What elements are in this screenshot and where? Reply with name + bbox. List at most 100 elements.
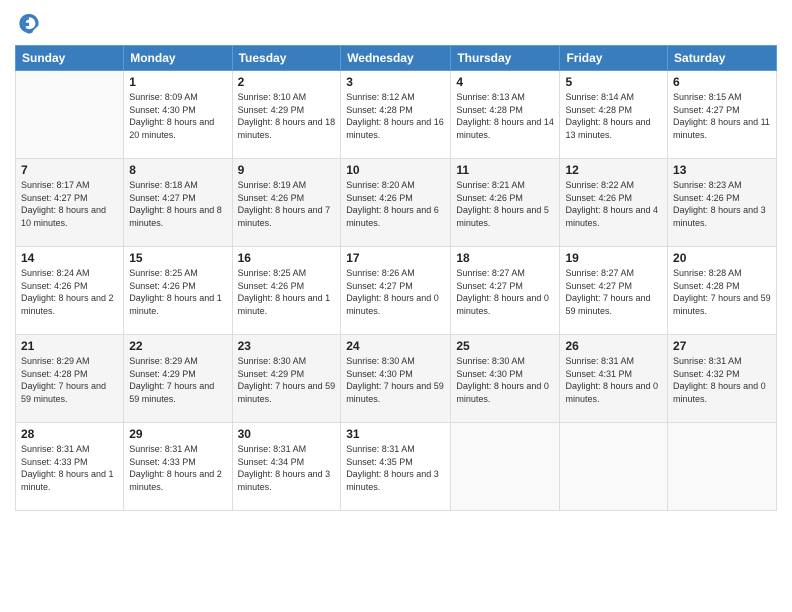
- day-info: Sunrise: 8:18 AMSunset: 4:27 PMDaylight:…: [129, 179, 226, 229]
- day-cell: 2 Sunrise: 8:10 AMSunset: 4:29 PMDayligh…: [232, 71, 341, 159]
- day-info: Sunrise: 8:26 AMSunset: 4:27 PMDaylight:…: [346, 267, 445, 317]
- day-cell: 15 Sunrise: 8:25 AMSunset: 4:26 PMDaylig…: [124, 247, 232, 335]
- day-cell: 28 Sunrise: 8:31 AMSunset: 4:33 PMDaylig…: [16, 423, 124, 511]
- day-number: 22: [129, 339, 226, 353]
- day-cell: 14 Sunrise: 8:24 AMSunset: 4:26 PMDaylig…: [16, 247, 124, 335]
- day-number: 29: [129, 427, 226, 441]
- day-info: Sunrise: 8:09 AMSunset: 4:30 PMDaylight:…: [129, 91, 226, 141]
- day-cell: [668, 423, 777, 511]
- day-number: 12: [565, 163, 662, 177]
- day-info: Sunrise: 8:30 AMSunset: 4:30 PMDaylight:…: [346, 355, 445, 405]
- day-number: 24: [346, 339, 445, 353]
- day-number: 1: [129, 75, 226, 89]
- day-cell: 25 Sunrise: 8:30 AMSunset: 4:30 PMDaylig…: [451, 335, 560, 423]
- day-cell: 11 Sunrise: 8:21 AMSunset: 4:26 PMDaylig…: [451, 159, 560, 247]
- day-info: Sunrise: 8:22 AMSunset: 4:26 PMDaylight:…: [565, 179, 662, 229]
- day-cell: 16 Sunrise: 8:25 AMSunset: 4:26 PMDaylig…: [232, 247, 341, 335]
- day-number: 13: [673, 163, 771, 177]
- day-number: 6: [673, 75, 771, 89]
- day-cell: 3 Sunrise: 8:12 AMSunset: 4:28 PMDayligh…: [341, 71, 451, 159]
- day-cell: 7 Sunrise: 8:17 AMSunset: 4:27 PMDayligh…: [16, 159, 124, 247]
- day-number: 15: [129, 251, 226, 265]
- day-number: 16: [238, 251, 336, 265]
- day-cell: 22 Sunrise: 8:29 AMSunset: 4:29 PMDaylig…: [124, 335, 232, 423]
- header: [15, 10, 777, 39]
- page: SundayMondayTuesdayWednesdayThursdayFrid…: [0, 0, 792, 612]
- day-cell: [560, 423, 668, 511]
- day-header-monday: Monday: [124, 46, 232, 71]
- day-cell: 17 Sunrise: 8:26 AMSunset: 4:27 PMDaylig…: [341, 247, 451, 335]
- calendar-table: SundayMondayTuesdayWednesdayThursdayFrid…: [15, 45, 777, 511]
- week-row-1: 1 Sunrise: 8:09 AMSunset: 4:30 PMDayligh…: [16, 71, 777, 159]
- day-number: 4: [456, 75, 554, 89]
- day-info: Sunrise: 8:23 AMSunset: 4:26 PMDaylight:…: [673, 179, 771, 229]
- day-cell: 29 Sunrise: 8:31 AMSunset: 4:33 PMDaylig…: [124, 423, 232, 511]
- day-number: 3: [346, 75, 445, 89]
- day-number: 11: [456, 163, 554, 177]
- day-info: Sunrise: 8:29 AMSunset: 4:28 PMDaylight:…: [21, 355, 118, 405]
- day-cell: 23 Sunrise: 8:30 AMSunset: 4:29 PMDaylig…: [232, 335, 341, 423]
- day-cell: 12 Sunrise: 8:22 AMSunset: 4:26 PMDaylig…: [560, 159, 668, 247]
- day-cell: 1 Sunrise: 8:09 AMSunset: 4:30 PMDayligh…: [124, 71, 232, 159]
- logo-icon: [17, 10, 41, 34]
- day-number: 25: [456, 339, 554, 353]
- week-row-4: 21 Sunrise: 8:29 AMSunset: 4:28 PMDaylig…: [16, 335, 777, 423]
- day-cell: 13 Sunrise: 8:23 AMSunset: 4:26 PMDaylig…: [668, 159, 777, 247]
- day-info: Sunrise: 8:31 AMSunset: 4:31 PMDaylight:…: [565, 355, 662, 405]
- day-cell: 4 Sunrise: 8:13 AMSunset: 4:28 PMDayligh…: [451, 71, 560, 159]
- day-info: Sunrise: 8:27 AMSunset: 4:27 PMDaylight:…: [456, 267, 554, 317]
- day-number: 21: [21, 339, 118, 353]
- day-number: 14: [21, 251, 118, 265]
- day-number: 30: [238, 427, 336, 441]
- day-number: 23: [238, 339, 336, 353]
- day-number: 26: [565, 339, 662, 353]
- day-number: 5: [565, 75, 662, 89]
- day-info: Sunrise: 8:17 AMSunset: 4:27 PMDaylight:…: [21, 179, 118, 229]
- day-cell: 19 Sunrise: 8:27 AMSunset: 4:27 PMDaylig…: [560, 247, 668, 335]
- day-info: Sunrise: 8:20 AMSunset: 4:26 PMDaylight:…: [346, 179, 445, 229]
- day-cell: 27 Sunrise: 8:31 AMSunset: 4:32 PMDaylig…: [668, 335, 777, 423]
- day-cell: 6 Sunrise: 8:15 AMSunset: 4:27 PMDayligh…: [668, 71, 777, 159]
- day-info: Sunrise: 8:21 AMSunset: 4:26 PMDaylight:…: [456, 179, 554, 229]
- day-number: 8: [129, 163, 226, 177]
- week-row-3: 14 Sunrise: 8:24 AMSunset: 4:26 PMDaylig…: [16, 247, 777, 335]
- day-header-saturday: Saturday: [668, 46, 777, 71]
- day-header-thursday: Thursday: [451, 46, 560, 71]
- day-info: Sunrise: 8:31 AMSunset: 4:33 PMDaylight:…: [21, 443, 118, 493]
- week-row-2: 7 Sunrise: 8:17 AMSunset: 4:27 PMDayligh…: [16, 159, 777, 247]
- day-cell: 9 Sunrise: 8:19 AMSunset: 4:26 PMDayligh…: [232, 159, 341, 247]
- day-number: 31: [346, 427, 445, 441]
- day-cell: 24 Sunrise: 8:30 AMSunset: 4:30 PMDaylig…: [341, 335, 451, 423]
- day-number: 10: [346, 163, 445, 177]
- day-number: 18: [456, 251, 554, 265]
- day-header-sunday: Sunday: [16, 46, 124, 71]
- day-number: 7: [21, 163, 118, 177]
- day-cell: 20 Sunrise: 8:28 AMSunset: 4:28 PMDaylig…: [668, 247, 777, 335]
- day-cell: 10 Sunrise: 8:20 AMSunset: 4:26 PMDaylig…: [341, 159, 451, 247]
- day-header-friday: Friday: [560, 46, 668, 71]
- day-info: Sunrise: 8:25 AMSunset: 4:26 PMDaylight:…: [238, 267, 336, 317]
- day-info: Sunrise: 8:12 AMSunset: 4:28 PMDaylight:…: [346, 91, 445, 141]
- day-info: Sunrise: 8:19 AMSunset: 4:26 PMDaylight:…: [238, 179, 336, 229]
- day-info: Sunrise: 8:30 AMSunset: 4:29 PMDaylight:…: [238, 355, 336, 405]
- day-number: 27: [673, 339, 771, 353]
- days-header-row: SundayMondayTuesdayWednesdayThursdayFrid…: [16, 46, 777, 71]
- day-info: Sunrise: 8:15 AMSunset: 4:27 PMDaylight:…: [673, 91, 771, 141]
- day-info: Sunrise: 8:28 AMSunset: 4:28 PMDaylight:…: [673, 267, 771, 317]
- day-info: Sunrise: 8:29 AMSunset: 4:29 PMDaylight:…: [129, 355, 226, 405]
- day-number: 9: [238, 163, 336, 177]
- day-number: 20: [673, 251, 771, 265]
- day-info: Sunrise: 8:25 AMSunset: 4:26 PMDaylight:…: [129, 267, 226, 317]
- day-cell: 30 Sunrise: 8:31 AMSunset: 4:34 PMDaylig…: [232, 423, 341, 511]
- day-number: 2: [238, 75, 336, 89]
- day-info: Sunrise: 8:13 AMSunset: 4:28 PMDaylight:…: [456, 91, 554, 141]
- day-info: Sunrise: 8:24 AMSunset: 4:26 PMDaylight:…: [21, 267, 118, 317]
- day-info: Sunrise: 8:31 AMSunset: 4:32 PMDaylight:…: [673, 355, 771, 405]
- day-info: Sunrise: 8:31 AMSunset: 4:34 PMDaylight:…: [238, 443, 336, 493]
- day-info: Sunrise: 8:10 AMSunset: 4:29 PMDaylight:…: [238, 91, 336, 141]
- week-row-5: 28 Sunrise: 8:31 AMSunset: 4:33 PMDaylig…: [16, 423, 777, 511]
- day-cell: 21 Sunrise: 8:29 AMSunset: 4:28 PMDaylig…: [16, 335, 124, 423]
- day-cell: 26 Sunrise: 8:31 AMSunset: 4:31 PMDaylig…: [560, 335, 668, 423]
- day-header-tuesday: Tuesday: [232, 46, 341, 71]
- day-info: Sunrise: 8:31 AMSunset: 4:33 PMDaylight:…: [129, 443, 226, 493]
